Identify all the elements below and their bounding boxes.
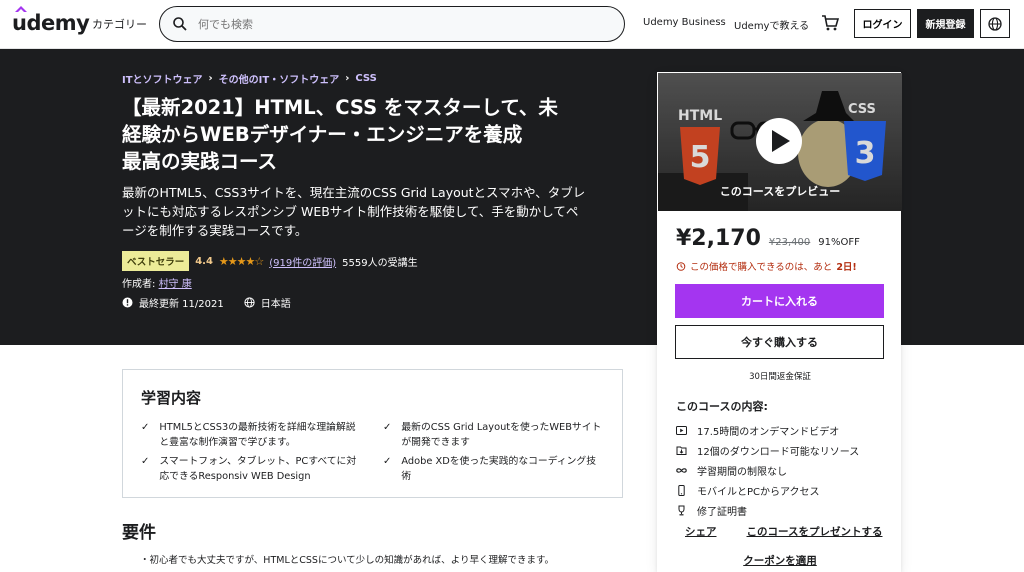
course-title: 【最新2021】HTML、CSS をマスターして、未 経験からWEBデザイナー・… xyxy=(122,94,622,175)
author-link[interactable]: 村守 康 xyxy=(159,279,192,290)
preview-label: このコースをプレビュー xyxy=(719,185,841,198)
list-item: 学習期間の制限なし xyxy=(676,460,859,480)
login-button[interactable]: ログイン xyxy=(854,9,911,38)
reviews-link[interactable]: (919件の評価) xyxy=(269,254,336,269)
search-icon xyxy=(173,17,187,31)
trophy-icon xyxy=(678,505,685,515)
list-item: 17.5時間のオンデマンドビデオ xyxy=(676,420,859,440)
include-text: 12個のダウンロード可能なリソース xyxy=(697,446,860,458)
file-icon xyxy=(676,446,687,455)
chevron-right-icon: › xyxy=(345,73,350,84)
check-icon: ✓ xyxy=(141,456,150,467)
money-back-guarantee: 30日間返金保証 xyxy=(749,372,811,382)
rating-value: 4.4 xyxy=(195,255,213,267)
learn-text: スマートフォン、タブレット、PCすべてに対 xyxy=(159,456,357,467)
learn-text: 応できるResponsiv WEB Design xyxy=(159,470,311,482)
learn-text: HTML5とCSS3の最新技術を詳細な理論解説 xyxy=(159,422,356,433)
check-icon: ✓ xyxy=(383,456,392,467)
breadcrumb-item[interactable]: CSS xyxy=(355,73,376,84)
course-preview[interactable]: HTML 5 CSS 3 このコースをプレビュー xyxy=(658,73,902,211)
include-text: 修了証明書 xyxy=(697,506,747,518)
udemy-logo[interactable]: udemy xyxy=(12,6,90,35)
what-you-learn-box: 学習内容 ✓ HTML5とCSS3の最新技術を詳細な理論解説 と豊富な制作演習で学… xyxy=(122,369,623,498)
discount-label: 91%OFF xyxy=(818,237,860,248)
includes-list: 17.5時間のオンデマンドビデオ 12個のダウンロード可能なリソース 学習期間の… xyxy=(676,420,859,520)
udemy-business-link[interactable]: Udemy Business xyxy=(643,17,726,28)
breadcrumb-item[interactable]: ITとソフトウェア xyxy=(122,71,203,86)
learn-text: が開発できます xyxy=(401,436,470,448)
learn-text: 術 xyxy=(401,470,412,482)
timer-days: 2日! xyxy=(836,262,857,273)
bestseller-badge: ベストセラー xyxy=(122,251,190,271)
learn-item: ✓ スマートフォン、タブレット、PCすべてに対 応できるResponsiv WEB… xyxy=(141,455,371,484)
include-text: 学習期間の制限なし xyxy=(697,466,787,478)
learn-item: ✓ HTML5とCSS3の最新技術を詳細な理論解説 と豊富な制作演習で学びます。 xyxy=(141,421,371,450)
requirements-title: 要件 xyxy=(122,523,156,543)
search-input[interactable] xyxy=(198,15,598,33)
cart-icon[interactable] xyxy=(821,14,839,32)
buy-now-button[interactable]: 今すぐ購入する xyxy=(675,325,884,359)
author-label: 作成者: xyxy=(122,279,156,290)
include-text: モバイルとPCからアクセス xyxy=(697,486,820,498)
mobile-icon xyxy=(678,484,685,496)
timer-text: この価格で購入できるのは、あと xyxy=(690,262,833,273)
learn-text: 最新のCSS Grid Layoutを使ったWEBサイト xyxy=(401,422,602,433)
logo-text: udemy xyxy=(12,11,90,35)
check-icon: ✓ xyxy=(141,422,150,433)
signup-button[interactable]: 新規登録 xyxy=(917,9,974,38)
learn-text: と豊富な制作演習で学びます。 xyxy=(159,436,296,448)
title-line: 【最新2021】HTML、CSS をマスターして、未 xyxy=(122,96,558,119)
language-button[interactable] xyxy=(980,9,1010,38)
globe-icon xyxy=(244,297,255,308)
video-icon xyxy=(676,425,687,435)
learn-text: Adobe XDを使った実践的なコーディング技 xyxy=(401,456,597,467)
alarm-clock-icon xyxy=(676,262,686,271)
breadcrumb-item[interactable]: その他のIT・ソフトウェア xyxy=(219,71,340,86)
apply-coupon-link[interactable]: クーポンを適用 xyxy=(658,553,902,568)
students-count: 5559人の受講生 xyxy=(342,257,418,269)
gift-course-link[interactable]: このコースをプレゼントする xyxy=(747,524,883,539)
rating-row: ベストセラー 4.4 ★★★★☆ (919件の評価) 5559人の受講生 xyxy=(122,251,418,271)
infinity-icon xyxy=(676,467,687,473)
logo-hat-icon xyxy=(15,6,27,12)
subtitle-line: ージを制作する実践コースです。 xyxy=(122,223,308,238)
breadcrumb: ITとソフトウェア › その他のIT・ソフトウェア › CSS xyxy=(122,71,377,86)
current-price: ¥2,170 xyxy=(676,226,761,251)
categories-link[interactable]: カテゴリー xyxy=(92,16,147,32)
meta-row: 最終更新 11/2021 日本語 xyxy=(122,295,291,310)
subtitle-line: 最新のHTML5、CSS3サイトを、現在主流のCSS Grid Layoutとス… xyxy=(122,185,586,200)
learn-item: ✓ 最新のCSS Grid Layoutを使ったWEBサイト が開発できます xyxy=(383,421,613,450)
title-line: 経験からWEBデザイナー・エンジニアを養成 xyxy=(122,123,523,146)
purchase-card: HTML 5 CSS 3 このコースをプレビュー xyxy=(657,72,902,572)
list-item: モバイルとPCからアクセス xyxy=(676,480,859,500)
includes-title: このコースの内容: xyxy=(676,400,768,413)
share-link[interactable]: シェア xyxy=(685,524,717,539)
teach-link[interactable]: Udemyで教える xyxy=(734,17,809,32)
add-to-cart-button[interactable]: カートに入れる xyxy=(675,284,884,318)
subtitle-line: ットにも対応するレスポンシブ WEBサイト制作技術を駆使して、手を動かしてペ xyxy=(122,204,579,219)
title-line: 最高の実践コース xyxy=(122,150,278,173)
course-language: 日本語 xyxy=(260,299,291,310)
original-price: ¥23,400 xyxy=(768,237,811,248)
list-item: 修了証明書 xyxy=(676,500,859,520)
list-item: 12個のダウンロード可能なリソース xyxy=(676,440,859,460)
price-row: ¥2,170 ¥23,400 91%OFF xyxy=(676,226,860,251)
requirements-text: ・初心者でも大丈夫ですが、HTMLとCSSについて少しの知識があれば、より早く理… xyxy=(140,555,555,566)
card-links: シェア このコースをプレゼントする xyxy=(658,524,902,539)
star-rating-icon: ★★★★☆ xyxy=(218,254,264,268)
author-row: 作成者: 村守 康 xyxy=(122,275,192,290)
alert-icon xyxy=(122,297,133,308)
globe-icon xyxy=(988,16,1002,31)
search-bar[interactable] xyxy=(159,6,625,42)
course-subtitle: 最新のHTML5、CSS3サイトを、現在主流のCSS Grid Layoutとス… xyxy=(122,183,627,240)
learn-title: 学習内容 xyxy=(141,389,202,407)
include-text: 17.5時間のオンデマンドビデオ xyxy=(697,426,840,438)
sale-timer: この価格で購入できるのは、あと 2日! xyxy=(676,259,857,273)
learn-item: ✓ Adobe XDを使った実践的なコーディング技術 xyxy=(383,455,613,484)
top-header: udemy カテゴリー Udemy Business Udemyで教える ログイ… xyxy=(0,0,1024,49)
play-icon[interactable] xyxy=(756,118,802,164)
last-updated: 最終更新 11/2021 xyxy=(139,299,224,310)
check-icon: ✓ xyxy=(383,422,392,433)
chevron-right-icon: › xyxy=(208,73,213,84)
